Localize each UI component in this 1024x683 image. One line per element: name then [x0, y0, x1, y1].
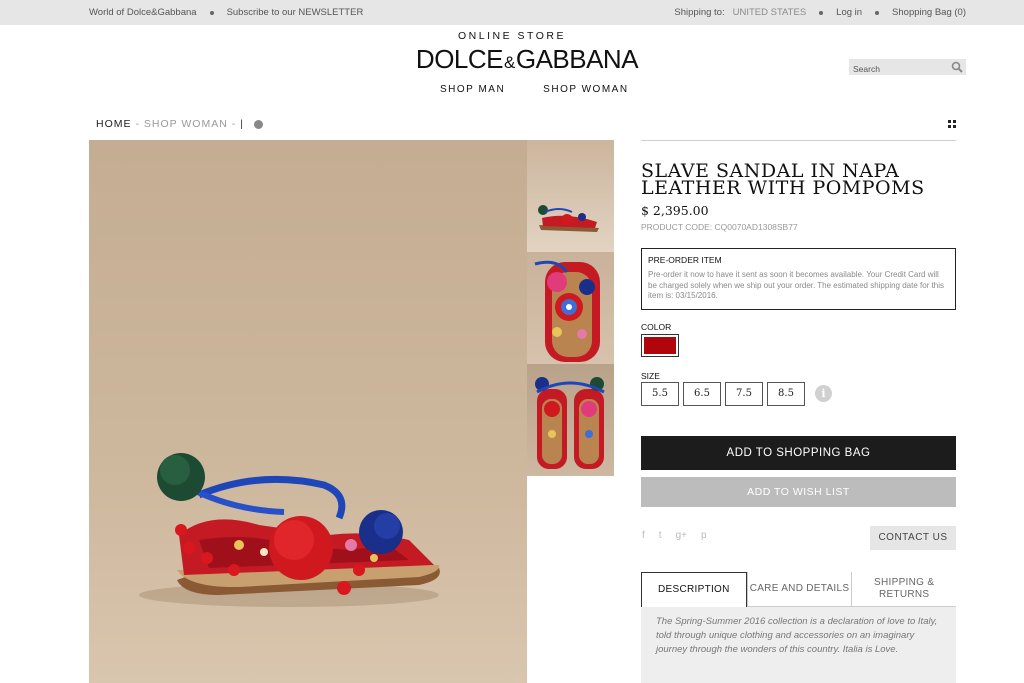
topbar-right: Shipping to: UNITED STATES Log in Shoppi… [674, 7, 966, 18]
description-text: The Spring-Summer 2016 collection is a d… [641, 607, 956, 683]
search-icon[interactable] [951, 61, 963, 73]
twitter-icon[interactable]: t [659, 530, 662, 541]
back-circle-icon[interactable] [253, 119, 263, 129]
product-thumbnail[interactable] [527, 364, 614, 476]
pinterest-icon[interactable]: p [701, 530, 707, 541]
separator-dot [819, 10, 824, 15]
social-share: f t g+ p [642, 530, 721, 541]
search-input[interactable] [849, 61, 947, 77]
sandal-illustration [139, 453, 440, 607]
nav-shop-man[interactable]: SHOP MAN [440, 84, 505, 95]
size-label: SIZE [641, 371, 660, 381]
google-plus-icon[interactable]: g+ [676, 530, 687, 541]
color-swatch-fill [644, 337, 676, 354]
size-option-7-5[interactable]: 7.5 [725, 382, 763, 406]
contact-us-button[interactable]: CONTACT US [870, 526, 956, 550]
shipping-country-link[interactable]: UNITED STATES [733, 7, 807, 18]
preorder-notice: PRE-ORDER ITEM Pre-order it now to have … [641, 248, 956, 310]
preorder-heading: PRE-ORDER ITEM [648, 255, 722, 265]
thumb-sandal-top [534, 260, 600, 362]
product-thumbnail[interactable] [527, 140, 614, 252]
color-swatch-red[interactable] [641, 334, 679, 357]
size-option-6-5[interactable]: 6.5 [683, 382, 721, 406]
top-utility-bar: World of Dolce&Gabbana Subscribe to our … [0, 0, 1024, 25]
shopping-bag-link[interactable]: Shopping Bag (0) [892, 7, 966, 18]
logo-text-right: GABBANA [515, 44, 639, 74]
divider [641, 140, 956, 141]
product-title: SLAVE SANDAL IN NAPA LEATHER WITH POMPOM… [641, 160, 925, 199]
tab-description[interactable]: DESCRIPTION [641, 572, 747, 607]
nav-shop-woman[interactable]: SHOP WOMAN [543, 84, 628, 95]
logo-ampersand: & [504, 53, 515, 72]
color-label: COLOR [641, 322, 672, 332]
shipping-label: Shipping to: [674, 7, 725, 18]
login-link[interactable]: Log in [836, 7, 862, 18]
tab-shipping-returns[interactable]: SHIPPING & RETURNS [851, 572, 957, 607]
product-info-tabs: DESCRIPTION CARE AND DETAILS SHIPPING & … [641, 572, 957, 607]
product-code: PRODUCT CODE: CQ0070AD1308SB77 [641, 222, 798, 232]
facebook-icon[interactable]: f [642, 530, 645, 541]
newsletter-link[interactable]: Subscribe to our NEWSLETTER [227, 7, 364, 18]
breadcrumb-home[interactable]: HOME [96, 118, 132, 130]
breadcrumb-shop-woman[interactable]: - SHOP WOMAN - [136, 118, 237, 130]
add-to-bag-button[interactable]: ADD TO SHOPPING BAG [641, 436, 956, 470]
preorder-text: Pre-order it now to have it sent as soon… [648, 270, 945, 300]
product-thumbnail[interactable] [527, 252, 614, 364]
world-link[interactable]: World of Dolce&Gabbana [89, 7, 197, 18]
size-info-icon[interactable]: i [815, 385, 832, 402]
grid-view-icon[interactable] [948, 120, 956, 128]
search-box [849, 59, 966, 77]
product-main-image[interactable] [89, 140, 527, 683]
separator-dot [209, 10, 214, 15]
size-option-5-5[interactable]: 5.5 [641, 382, 679, 406]
topbar-left: World of Dolce&Gabbana Subscribe to our … [89, 7, 363, 18]
size-options: 5.5 6.5 7.5 8.5 [641, 382, 809, 406]
breadcrumb-separator: | [240, 118, 244, 130]
main-nav: SHOP MAN SHOP WOMAN [440, 84, 667, 95]
size-option-8-5[interactable]: 8.5 [767, 382, 805, 406]
add-to-wishlist-button[interactable]: ADD TO WISH LIST [641, 477, 956, 507]
tab-care-and-details[interactable]: CARE AND DETAILS [746, 572, 852, 607]
online-store-label: ONLINE STORE [458, 30, 566, 42]
separator-dot [875, 10, 880, 15]
product-price: $ 2,395.00 [641, 203, 709, 218]
thumb-sandal-pair [535, 377, 605, 469]
logo-text-left: DOLCE [415, 44, 504, 74]
breadcrumb: HOME - SHOP WOMAN - | [96, 118, 263, 130]
thumb-sandal-side [538, 205, 599, 232]
